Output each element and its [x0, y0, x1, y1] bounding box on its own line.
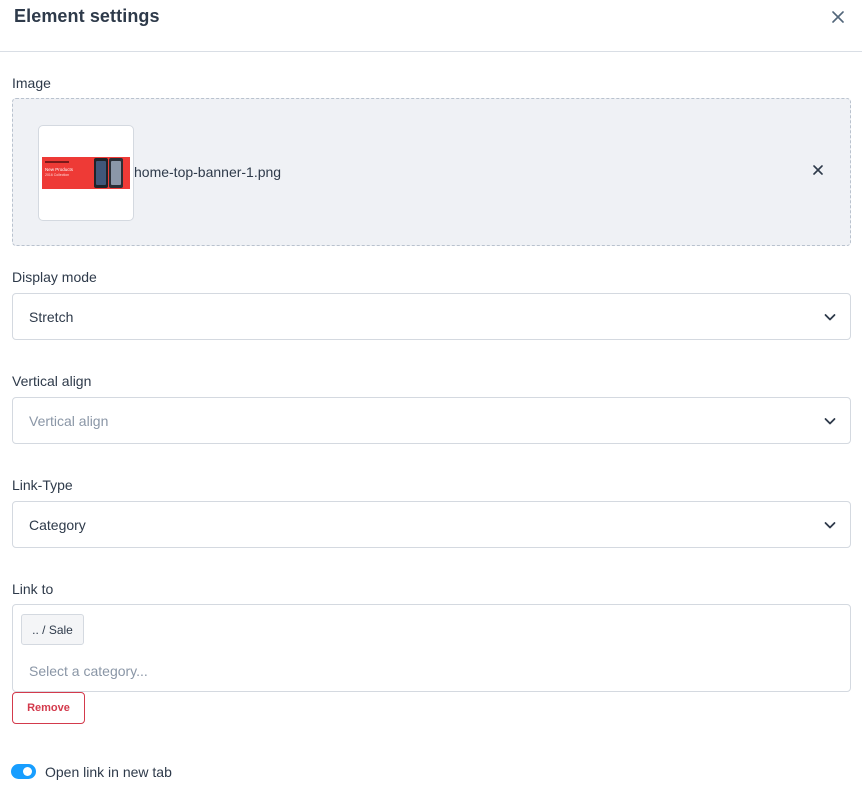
link-to-label: Link to [12, 581, 54, 597]
modal-header: Element settings [0, 0, 862, 52]
display-mode-select[interactable]: Stretch [12, 293, 851, 340]
remove-image-icon[interactable] [809, 161, 827, 179]
open-new-tab-label: Open link in new tab [45, 764, 172, 780]
image-label: Image [12, 75, 51, 91]
display-mode-label: Display mode [12, 269, 97, 285]
toggle-knob [23, 767, 32, 776]
remove-button[interactable]: Remove [12, 692, 85, 724]
chevron-down-icon [824, 314, 836, 321]
selected-category-chip[interactable]: .. / Sale [21, 614, 84, 645]
link-type-select[interactable]: Category [12, 501, 851, 548]
banner-tag [45, 161, 69, 163]
vertical-align-placeholder: Vertical align [29, 413, 109, 429]
display-mode-value: Stretch [29, 309, 74, 325]
open-new-tab-toggle[interactable] [11, 764, 36, 779]
category-selector[interactable]: .. / Sale [12, 604, 851, 692]
phone-image [109, 158, 123, 188]
banner-preview: New Products 2016 Collection [42, 157, 130, 189]
banner-headline: New Products [45, 167, 74, 172]
image-file-name: home-top-banner-1.png [134, 164, 282, 180]
modal-title: Element settings [14, 6, 160, 26]
link-type-value: Category [29, 517, 86, 533]
category-search-input[interactable] [29, 660, 809, 682]
vertical-align-label: Vertical align [12, 373, 92, 389]
chevron-down-icon [824, 418, 836, 425]
close-icon[interactable] [826, 5, 850, 29]
image-dropzone[interactable]: New Products 2016 Collection home-top-ba… [12, 98, 851, 246]
banner-subline: 2016 Collection [45, 173, 70, 177]
link-type-label: Link-Type [12, 477, 73, 493]
chevron-down-icon [824, 522, 836, 529]
vertical-align-select[interactable]: Vertical align [12, 397, 851, 444]
phone-image [94, 158, 108, 188]
image-thumbnail: New Products 2016 Collection [38, 125, 134, 221]
